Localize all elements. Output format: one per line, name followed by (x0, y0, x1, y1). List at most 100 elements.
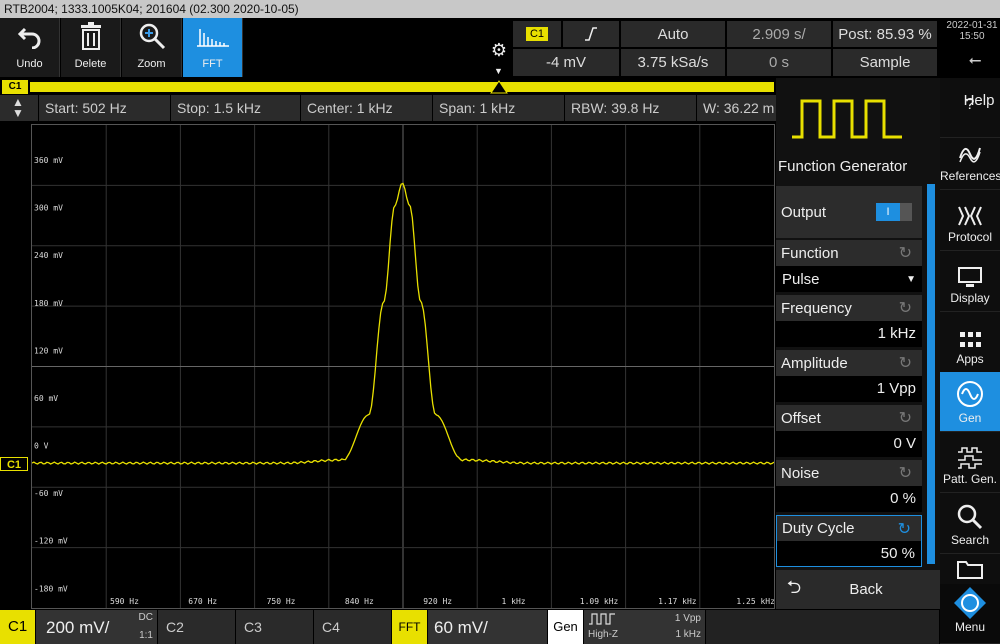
fft-channel-settings[interactable]: 60 mV/ (428, 610, 548, 644)
time-position[interactable]: 0 s (726, 48, 832, 77)
reset-icon[interactable]: ↻ (899, 298, 912, 318)
panel-scrollbar[interactable] (927, 184, 935, 564)
field-amplitude[interactable]: Amplitude ↻ 1 Vpp (776, 350, 922, 405)
reset-icon[interactable]: ↻ (899, 243, 912, 263)
trigger-position-marker[interactable] (490, 80, 508, 94)
y-tick-label: 240 mV (34, 251, 63, 260)
chevron-down-icon[interactable]: ▼ (494, 66, 504, 76)
field-noise[interactable]: Noise ↻ 0 % (776, 460, 922, 515)
nav-protocol-label: Protocol (947, 230, 993, 244)
duty-cycle-value[interactable]: 50 % (777, 541, 921, 566)
trigger-source[interactable]: C1 (512, 20, 562, 48)
frequency-label: Frequency (781, 299, 852, 317)
time-scale[interactable]: 2.909 s/ (726, 20, 832, 48)
frequency-value[interactable]: 1 kHz (776, 321, 922, 347)
channel-c3-button[interactable]: C3 (236, 610, 314, 644)
channel-tag[interactable]: C1 (2, 80, 28, 94)
fft-rbw[interactable]: RBW: 39.8 Hz (564, 95, 696, 121)
fft-button[interactable]: FFT (183, 18, 243, 77)
fft-channel-button[interactable]: FFT (392, 610, 428, 644)
nav-menu[interactable]: Menu (940, 584, 1000, 644)
nav-apps[interactable]: Apps (940, 313, 1000, 373)
channel-c1-button[interactable]: C1 (0, 610, 36, 644)
zoom-button[interactable]: Zoom (122, 18, 182, 77)
channel-c2-button[interactable]: C2 (158, 610, 236, 644)
nav-search[interactable]: Search (940, 494, 1000, 554)
display-icon (940, 252, 1000, 288)
channel-record-bar (30, 82, 774, 92)
gear-icon[interactable]: ⚙ (488, 40, 510, 62)
field-frequency[interactable]: Frequency ↻ 1 kHz (776, 295, 922, 350)
nav-gen-label: Gen (958, 411, 982, 425)
nav-display[interactable]: Display (940, 252, 1000, 312)
undo-label: Undo (16, 58, 43, 70)
trigger-slope[interactable] (562, 20, 620, 48)
fft-window[interactable]: W: 36.22 m (696, 95, 776, 121)
sample-rate[interactable]: 3.75 kSa/s (620, 48, 726, 77)
nav-pattern-generator-label: Patt. Gen. (942, 472, 998, 486)
gen-channel-settings[interactable]: High-Z 1 Vpp 1 kHz (584, 610, 706, 644)
channel-c4-button[interactable]: C4 (314, 610, 392, 644)
pulse-waveform-icon (790, 95, 905, 143)
nav-display-label: Display (950, 291, 990, 305)
amplitude-value[interactable]: 1 Vpp (776, 376, 922, 402)
fft-plot[interactable]: 360 mV 300 mV 240 mV 180 mV 120 mV 60 mV 0 V -6… (31, 124, 775, 609)
channel-c1-settings[interactable]: 200 mV/ DC 1:1 (36, 610, 158, 644)
undo-button[interactable]: Undo (0, 18, 60, 77)
function-select[interactable]: Pulse ▼ (776, 266, 922, 292)
fft-center[interactable]: Center: 1 kHz (300, 95, 432, 121)
field-duty-cycle[interactable]: Duty Cycle ↻ 50 % (776, 515, 922, 567)
field-offset[interactable]: Offset ↻ 0 V (776, 405, 922, 460)
x-tick-label: 1 kHz (502, 597, 526, 606)
folder-icon[interactable] (940, 555, 1000, 583)
output-row[interactable]: Output I (776, 186, 922, 238)
fft-stop[interactable]: Stop: 1.5 kHz (170, 95, 300, 121)
function-label: Function (781, 244, 839, 262)
nav-gen[interactable]: Gen (940, 372, 1000, 432)
y-tick-label: 180 mV (34, 299, 63, 308)
reset-icon[interactable]: ↻ (899, 463, 912, 483)
duty-cycle-label: Duty Cycle (782, 520, 855, 537)
gen-channel-button[interactable]: Gen (548, 610, 584, 644)
reset-icon[interactable]: ↻ (899, 408, 912, 428)
fft-reference-marker[interactable]: C1 (0, 457, 28, 471)
field-label-row: Offset ↻ (776, 405, 922, 431)
gen-frequency: 1 kHz (675, 629, 701, 640)
y-tick-label: 120 mV (34, 346, 63, 355)
delete-button[interactable]: Delete (61, 18, 121, 77)
undo-icon (0, 18, 59, 54)
nav-references-label: References (940, 169, 1000, 183)
nav-pattern-generator[interactable]: Patt. Gen. (940, 433, 1000, 493)
reset-icon[interactable]: ↻ (898, 519, 911, 539)
nav-apps-label: Apps (956, 352, 984, 366)
nav-references[interactable]: References (940, 130, 1000, 190)
back-button[interactable]: ⮌ Back (776, 570, 940, 609)
fft-scale: 60 mV/ (434, 618, 488, 637)
fft-start[interactable]: Start: 502 Hz (38, 95, 170, 121)
c1-scale: 200 mV/ (46, 618, 110, 637)
reference-icon (940, 130, 1000, 166)
trigger-level[interactable]: -4 mV (512, 48, 620, 77)
fft-span[interactable]: Span: 1 kHz (432, 95, 564, 121)
trigger-mode[interactable]: Auto (620, 20, 726, 48)
apps-icon (940, 313, 1000, 349)
updown-arrows-icon[interactable]: ▲ ▼ (8, 96, 28, 119)
output-toggle-knob: I (876, 203, 900, 221)
acquisition-mode[interactable]: Sample (832, 48, 938, 77)
clock-date: 2022-01-31 (946, 20, 998, 31)
nav-protocol[interactable]: Protocol (940, 191, 1000, 251)
c1-probe: 1:1 (139, 630, 153, 641)
offset-value[interactable]: 0 V (776, 431, 922, 457)
output-toggle[interactable]: I (876, 203, 912, 221)
noise-value[interactable]: 0 % (776, 486, 922, 512)
post-trigger[interactable]: Post: 85.93 % (832, 20, 938, 48)
y-tick-label: -60 mV (34, 489, 63, 498)
x-tick-label: 1.09 kHz (580, 597, 619, 606)
back-label: Back (849, 581, 883, 598)
usb-icon: ⭠ (968, 52, 982, 69)
nav-help[interactable]: ? Help (940, 78, 1000, 138)
chevron-down-icon: ▼ (906, 273, 916, 285)
bottom-bar-empty (706, 610, 940, 644)
field-function[interactable]: Function ↻ Pulse ▼ (776, 240, 922, 295)
reset-icon[interactable]: ↻ (899, 353, 912, 373)
